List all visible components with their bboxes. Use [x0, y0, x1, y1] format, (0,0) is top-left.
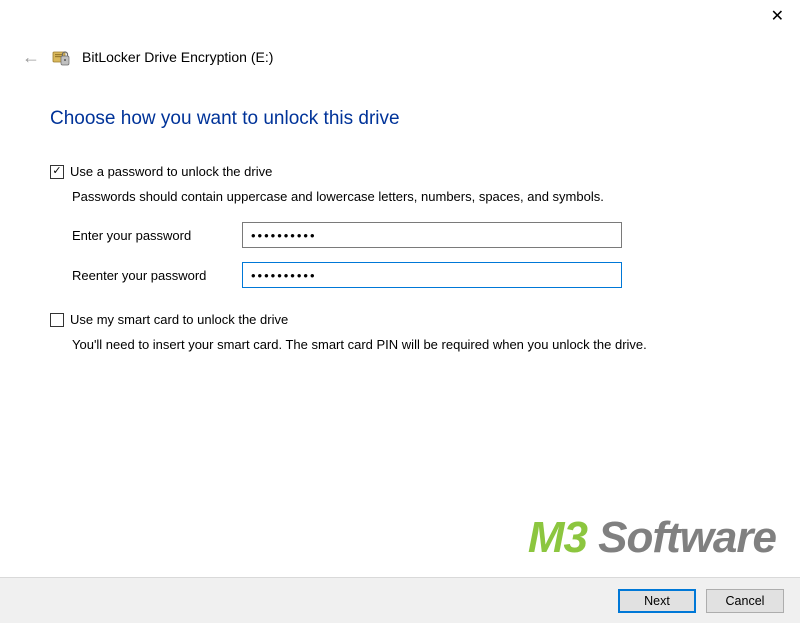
- password-checkbox-label: Use a password to unlock the drive: [70, 164, 272, 179]
- page-title: Choose how you want to unlock this drive: [50, 108, 770, 130]
- cancel-button[interactable]: Cancel: [706, 589, 784, 613]
- watermark-part2: Software: [587, 513, 776, 562]
- watermark-part1: M3: [528, 513, 587, 562]
- reenter-password-label: Reenter your password: [72, 268, 242, 283]
- smartcard-option: Use my smart card to unlock the drive Yo…: [50, 312, 770, 352]
- reenter-password-input[interactable]: [242, 262, 622, 288]
- enter-password-label: Enter your password: [72, 228, 242, 243]
- header: ← BitLocker Drive Encryption (E:): [22, 48, 273, 66]
- smartcard-checkbox-label: Use my smart card to unlock the drive: [70, 312, 288, 327]
- password-hint: Passwords should contain uppercase and l…: [72, 189, 770, 204]
- watermark: M3 Software: [528, 513, 776, 563]
- bitlocker-icon: [52, 48, 70, 66]
- password-checkbox[interactable]: [50, 165, 64, 179]
- footer: Next Cancel: [0, 577, 800, 623]
- smartcard-checkbox[interactable]: [50, 313, 64, 327]
- password-option: Use a password to unlock the drive Passw…: [50, 164, 770, 288]
- smartcard-hint: You'll need to insert your smart card. T…: [72, 337, 770, 352]
- close-icon[interactable]: ✕: [771, 8, 784, 25]
- back-arrow-icon[interactable]: ←: [22, 48, 40, 66]
- window-title: BitLocker Drive Encryption (E:): [82, 49, 273, 65]
- enter-password-input[interactable]: [242, 222, 622, 248]
- next-button[interactable]: Next: [618, 589, 696, 613]
